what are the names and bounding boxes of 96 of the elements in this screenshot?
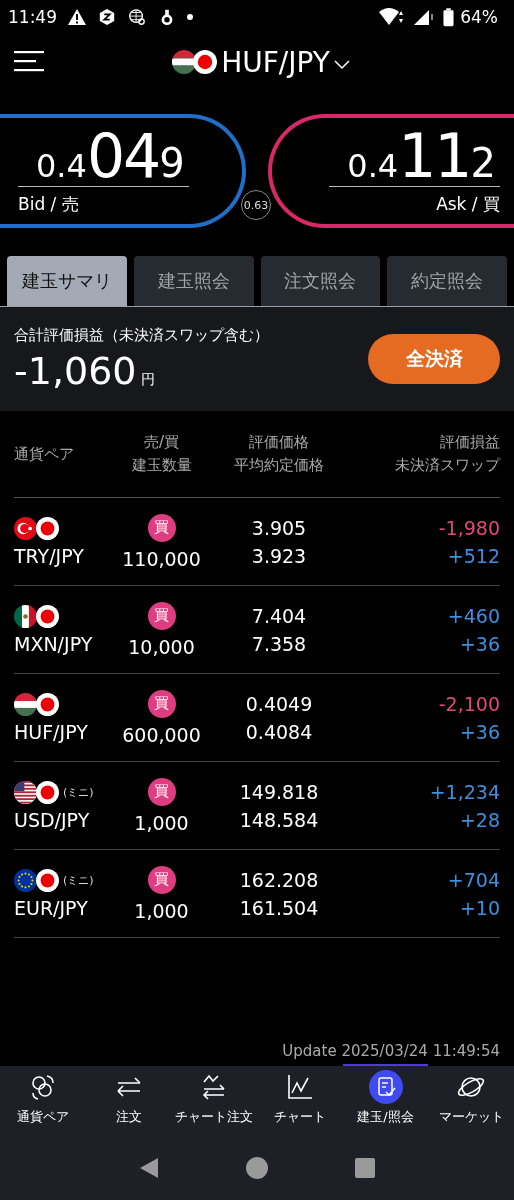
japan-flag-icon xyxy=(36,781,59,804)
nav-item[interactable]: チャート注文 xyxy=(171,1070,257,1136)
price-cell: 162.208 xyxy=(239,868,319,891)
pnl-cell: +1,234 xyxy=(429,780,500,803)
line-chart-icon xyxy=(285,1073,314,1101)
nav-item[interactable]: 注文 xyxy=(85,1070,172,1136)
dot-icon xyxy=(187,14,193,20)
column-header: 評価価格 xyxy=(249,433,309,452)
price-pips: 04 xyxy=(86,126,160,186)
nav-item[interactable]: マーケット xyxy=(428,1070,514,1136)
japan-flag-icon xyxy=(36,605,59,628)
column-header: 通貨ペア xyxy=(14,444,74,464)
column-header: 建玉数量 xyxy=(131,456,192,475)
price-prefix: 0.4 xyxy=(36,150,87,182)
pair-name[interactable]: TRY/JPY xyxy=(14,544,84,567)
mexico-flag-icon xyxy=(14,605,37,628)
quantity-cell: 1,000 xyxy=(134,899,189,922)
average-price-cell: 7.358 xyxy=(251,632,307,655)
total-pnl: -1,060 xyxy=(14,348,137,393)
swap-cell: +10 xyxy=(459,896,500,919)
swap-cell: +28 xyxy=(459,808,500,831)
quote-label: Bid / 売 xyxy=(18,193,79,216)
quantity-cell: 600,000 xyxy=(122,723,201,746)
pair-name[interactable]: MXN/JPY xyxy=(14,632,93,655)
currency-unit: 円 xyxy=(140,370,155,389)
pnl-cell: -2,100 xyxy=(438,692,500,715)
tab[interactable]: 建玉照会 xyxy=(133,256,254,306)
home-icon[interactable] xyxy=(246,1157,268,1179)
swap-cell: +36 xyxy=(459,632,500,655)
hungary-flag-icon xyxy=(172,50,197,74)
document-check-icon xyxy=(368,1070,403,1104)
quote-label: Ask / 買 xyxy=(436,193,500,216)
pair-name[interactable]: EUR/JPY xyxy=(14,896,88,919)
japan-flag-icon xyxy=(36,693,59,716)
tab[interactable]: 約定照会 xyxy=(387,256,507,306)
chevron-down-icon[interactable] xyxy=(333,60,350,70)
price-pips: 11 xyxy=(398,126,471,186)
warning-icon xyxy=(67,8,87,26)
pair-name[interactable]: USD/JPY xyxy=(14,808,90,831)
buy-badge: 買 xyxy=(147,777,176,806)
column-header: 評価損益 xyxy=(440,433,500,452)
hexagon-app-icon xyxy=(97,8,117,26)
us-flag-icon xyxy=(14,781,37,804)
turkey-flag-icon xyxy=(14,517,37,540)
buy-badge: 買 xyxy=(147,513,176,542)
buy-badge: 買 xyxy=(147,689,176,718)
summary-label: 合計評価損益（未決済スワップ含む） xyxy=(14,325,270,345)
tab[interactable]: 注文照会 xyxy=(260,256,381,306)
back-icon[interactable] xyxy=(139,1157,160,1179)
price-suffix: 9 xyxy=(159,143,185,183)
pnl-cell: -1,980 xyxy=(438,516,500,539)
pnl-cell: +704 xyxy=(447,868,500,891)
battery-percent: 64% xyxy=(460,7,498,27)
wifi-icon xyxy=(379,8,404,26)
column-header: 売/買 xyxy=(143,433,180,452)
pair-selector[interactable]: HUF/JPY xyxy=(221,45,330,79)
price-suffix: 2 xyxy=(470,143,496,183)
price-cell: 7.404 xyxy=(251,604,307,627)
mini-label: (ミニ) xyxy=(63,873,94,888)
price-cell: 0.4049 xyxy=(245,692,313,715)
spread-badge: 0.63 xyxy=(241,190,271,220)
nav-item[interactable]: チャート xyxy=(257,1070,343,1136)
japan-flag-icon xyxy=(36,517,59,540)
tab[interactable]: 建玉サマリ xyxy=(7,256,127,306)
average-price-cell: 148.584 xyxy=(239,808,319,831)
japan-flag-icon xyxy=(193,50,218,74)
status-time: 11:49 xyxy=(8,7,57,27)
quantity-cell: 10,000 xyxy=(128,635,195,658)
price-prefix: 0.4 xyxy=(347,150,399,182)
battery-icon xyxy=(443,7,455,27)
buy-badge: 買 xyxy=(147,865,176,894)
swap-cell: +36 xyxy=(459,720,500,743)
signal-icon xyxy=(413,8,434,26)
japan-flag-icon xyxy=(36,869,59,892)
globe-icon xyxy=(127,8,147,26)
ask-quote-button[interactable]: 0.4 112 Ask / 買 xyxy=(268,114,514,228)
nav-item[interactable]: 通貨ペア xyxy=(0,1070,86,1136)
update-timestamp: Update 2025/03/24 11:49:54 xyxy=(282,1042,500,1060)
column-header: 平均約定価格 xyxy=(234,456,324,475)
swap-cell: +512 xyxy=(447,544,500,567)
eu-flag-icon xyxy=(14,869,37,892)
buy-badge: 買 xyxy=(147,601,176,630)
average-price-cell: 3.923 xyxy=(251,544,307,567)
average-price-cell: 161.504 xyxy=(239,896,319,919)
pnl-cell: +460 xyxy=(447,604,500,627)
average-price-cell: 0.4084 xyxy=(245,720,313,743)
quantity-cell: 110,000 xyxy=(122,547,201,570)
price-cell: 3.905 xyxy=(251,516,307,539)
recents-icon[interactable] xyxy=(354,1158,375,1178)
column-header: 未決済スワップ xyxy=(395,456,500,475)
quantity-cell: 1,000 xyxy=(134,811,189,834)
menu-icon[interactable] xyxy=(14,50,46,72)
price-cell: 149.818 xyxy=(239,780,319,803)
pair-name[interactable]: HUF/JPY xyxy=(14,720,88,743)
hungary-flag-icon xyxy=(14,693,37,716)
mini-label: (ミニ) xyxy=(63,785,94,800)
